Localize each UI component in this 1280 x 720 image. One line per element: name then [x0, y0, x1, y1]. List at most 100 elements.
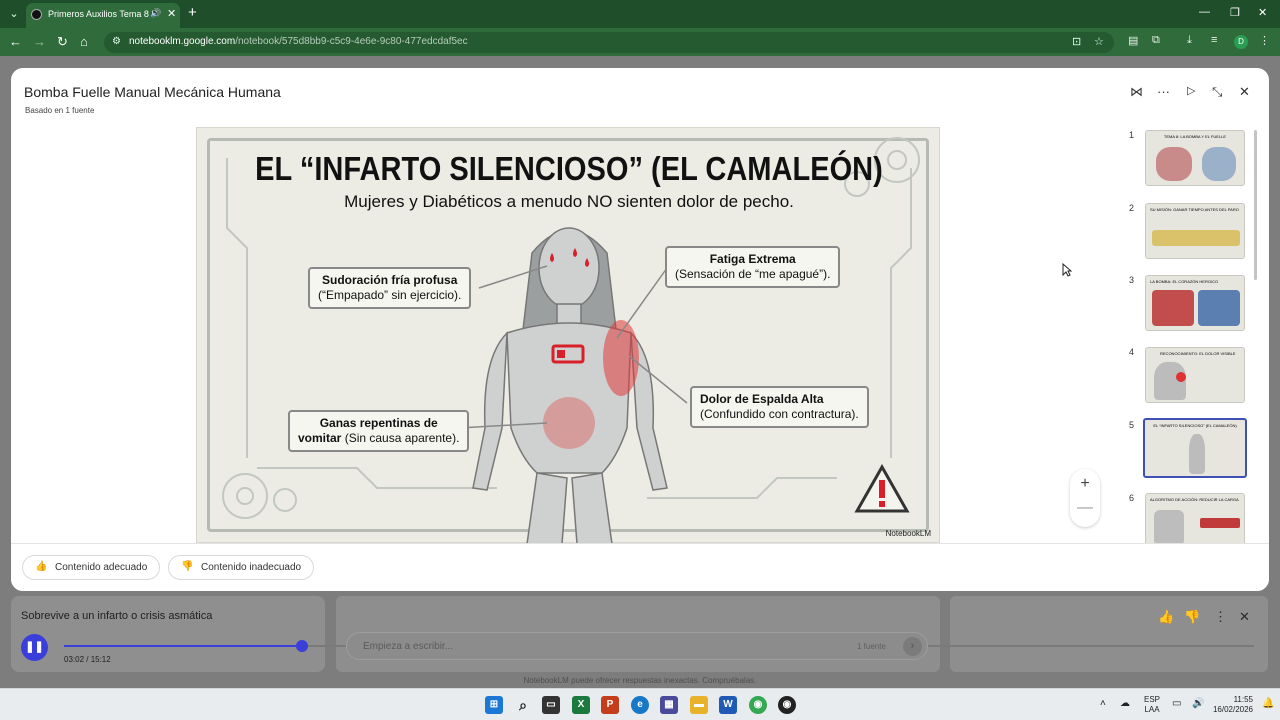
thumbnail-slide-6[interactable]: ALGORITMO DE ACCIÓN: REDUCIR LA CARGA	[1145, 493, 1245, 549]
callout-vomit: Ganas repentinas de vomitar (Sin causa a…	[288, 410, 470, 452]
callout-sweating: Sudoración fría profusa (“Empapado” sin …	[308, 267, 472, 309]
profile-avatar[interactable]: D	[1234, 35, 1248, 49]
close-player-icon[interactable]: ✕	[1239, 609, 1250, 625]
callout-bold: Dolor de Espalda Alta	[700, 392, 824, 406]
forward-icon[interactable]: →	[33, 34, 46, 49]
browser-menu-icon[interactable]: ⋮	[1259, 34, 1270, 47]
callout-detail: (Sensación de “me apagué”).	[675, 267, 831, 281]
callout-fatigue: Fatiga Extrema (Sensación de “me apagué”…	[665, 246, 841, 288]
docs-extension-icon[interactable]: ▤	[1128, 34, 1138, 47]
slide-thumbnails: 1 TEMA 8: LA BOMBA Y EL FUELLE 2 SU MISI…	[1129, 127, 1259, 549]
close-tab-icon[interactable]: ✕	[167, 7, 176, 20]
clock[interactable]: 11:55 16/02/2026	[1209, 695, 1253, 715]
share-icon[interactable]: ⋈	[1130, 84, 1143, 100]
current-slide: EL “INFARTO SILENCIOSO” (EL CAMALEÓN) Mu…	[196, 127, 940, 544]
close-window-icon[interactable]: ✕	[1258, 6, 1267, 19]
tab-search-icon[interactable]: ⌄	[4, 4, 24, 24]
calculator-icon[interactable]: ▦	[660, 696, 678, 714]
task-view-icon[interactable]: ▭	[542, 696, 560, 714]
thumbs-down-icon[interactable]: 👎	[1184, 609, 1200, 625]
zoom-in-icon[interactable]: +	[1070, 475, 1100, 493]
feedback-bar: 👍 Contenido adecuado 👎 Contenido inadecu…	[11, 543, 1269, 591]
audio-playing-icon[interactable]: 🔊	[150, 8, 161, 19]
chat-input[interactable]: Empieza a escribir... 1 fuente ›	[346, 632, 928, 660]
more-icon[interactable]: ···	[1157, 84, 1170, 99]
thumb-title: EL “INFARTO SILENCIOSO” (EL CAMALEÓN)	[1153, 423, 1237, 428]
callout-bold: Ganas repentinas de	[319, 416, 438, 430]
network-icon[interactable]: ▭	[1172, 699, 1181, 709]
new-tab-icon[interactable]: +	[188, 4, 197, 21]
reading-list-icon[interactable]: ≡	[1211, 34, 1217, 46]
downloads-icon[interactable]: ⤓	[1187, 34, 1192, 47]
thumb-number: 5	[1129, 420, 1135, 430]
thumbnail-slide-4[interactable]: RECONOCIMIENTO: EL DOLOR VISIBLE	[1145, 347, 1245, 403]
zoom-controls: + —	[1070, 469, 1100, 527]
zoom-out-icon[interactable]: —	[1070, 499, 1100, 517]
thumbnail-slide-2[interactable]: SU MISIÓN: GANAR TIEMPO ANTES DEL PARO	[1145, 203, 1245, 259]
modal-title: Bomba Fuelle Manual Mecánica Humana	[24, 84, 281, 100]
edge-icon[interactable]: e	[631, 696, 649, 714]
thumb-number: 4	[1129, 347, 1135, 357]
collapse-icon[interactable]: ⤡	[1212, 84, 1222, 100]
lang-primary: ESP	[1144, 695, 1161, 704]
address-bar: ← → ↻ ⌂ ⚙ notebooklm.google.com/notebook…	[0, 28, 1280, 56]
url-field[interactable]: ⚙ notebooklm.google.com/notebook/575d8bb…	[104, 32, 1114, 53]
lang-secondary: LAA	[1144, 705, 1160, 714]
thumbnail-slide-1[interactable]: TEMA 8: LA BOMBA Y EL FUELLE	[1145, 130, 1245, 186]
source-count: 1 fuente	[857, 642, 886, 651]
audio-progress-knob[interactable]	[296, 640, 308, 652]
url-text[interactable]: notebooklm.google.com/notebook/575d8bb9-…	[129, 36, 468, 47]
thumb-title: ALGORITMO DE ACCIÓN: REDUCIR LA CARGA	[1150, 497, 1239, 502]
thumbnail-slide-5-selected[interactable]: EL “INFARTO SILENCIOSO” (EL CAMALEÓN)	[1143, 418, 1247, 478]
notifications-icon[interactable]: 🔔	[1262, 699, 1274, 709]
stomach-glow	[543, 397, 595, 449]
minimize-icon[interactable]: —	[1199, 6, 1210, 18]
url-domain: notebooklm.google.com	[129, 36, 236, 47]
modal-subtitle: Basado en 1 fuente	[25, 106, 95, 115]
bookmark-star-icon[interactable]: ☆	[1094, 35, 1104, 48]
home-icon[interactable]: ⌂	[80, 34, 88, 49]
restore-icon[interactable]: ❐	[1230, 6, 1240, 19]
thumbs-up-icon: 👍	[35, 561, 48, 572]
install-app-icon[interactable]: ⊡	[1072, 35, 1081, 48]
file-explorer-icon[interactable]: ▬	[690, 696, 708, 714]
url-path: /notebook/575d8bb9-c5c9-4e6e-9c80-477edc…	[235, 36, 468, 47]
thumbs-up-icon[interactable]: 👍	[1158, 609, 1174, 625]
disclaimer-text: NotebookLM puede ofrecer respuestas inex…	[523, 676, 757, 685]
tray-chevron-icon[interactable]: ˄	[1100, 699, 1106, 709]
browser-tab[interactable]: Primeros Auxilios Tema 8 P 🔊 ✕	[26, 3, 180, 28]
callout-detail: (Sin causa aparente).	[344, 431, 460, 445]
site-info-icon[interactable]: ⚙	[112, 36, 121, 47]
pause-button[interactable]: ❚❚	[21, 634, 48, 661]
thumb-number: 3	[1129, 275, 1135, 285]
play-slideshow-icon[interactable]: ▷	[1187, 84, 1195, 97]
more-options-icon[interactable]: ⋮	[1214, 609, 1227, 625]
bad-content-button[interactable]: 👎 Contenido inadecuado	[168, 555, 315, 580]
chrome-icon[interactable]: ◉	[749, 696, 767, 714]
keyboard-language[interactable]: ESP LAA	[1144, 695, 1160, 715]
thumb-number: 2	[1129, 203, 1135, 213]
thumbnail-scrollbar[interactable]	[1254, 130, 1257, 280]
thumbnail-slide-3[interactable]: LA BOMBA: EL CORAZÓN HEROICO	[1145, 275, 1245, 331]
close-modal-icon[interactable]: ✕	[1239, 84, 1250, 100]
reload-icon[interactable]: ↻	[57, 34, 68, 50]
powerpoint-icon[interactable]: P	[601, 696, 619, 714]
slide-subtitle: Mujeres y Diabéticos a menudo NO sienten…	[344, 192, 794, 211]
word-icon[interactable]: W	[719, 696, 737, 714]
audio-player: Sobrevive a un infarto o crisis asmática…	[11, 596, 325, 672]
volume-icon[interactable]: 🔊	[1192, 699, 1204, 709]
search-icon[interactable]: ⌕	[514, 696, 532, 714]
chrome-alt-icon[interactable]: ◉	[778, 696, 796, 714]
excel-icon[interactable]: X	[572, 696, 590, 714]
thumb-number: 1	[1129, 130, 1135, 140]
send-arrow-icon[interactable]: ›	[903, 637, 922, 656]
callout-detail: (Confundido con contractura).	[700, 407, 859, 421]
notebooklm-favicon	[31, 9, 42, 20]
back-icon[interactable]: ←	[9, 34, 22, 49]
extensions-icon[interactable]: ⧉	[1152, 34, 1160, 47]
callout-bold: Fatiga Extrema	[709, 252, 796, 266]
windows-start-icon[interactable]: ⊞	[485, 696, 503, 714]
thumb-title: TEMA 8: LA BOMBA Y EL FUELLE	[1163, 134, 1227, 139]
good-content-button[interactable]: 👍 Contenido adecuado	[22, 555, 161, 580]
onedrive-icon[interactable]: ☁	[1120, 699, 1130, 709]
